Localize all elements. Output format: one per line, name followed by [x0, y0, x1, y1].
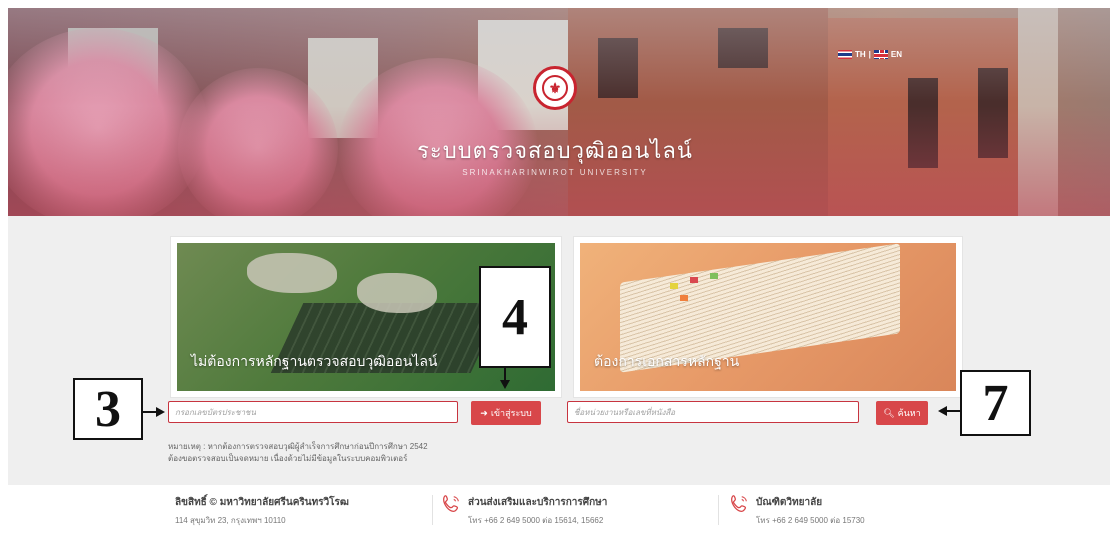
no-evidence-caption: ไม่ต้องการหลักฐานตรวจสอบวุฒิออนไลน์: [191, 353, 438, 369]
lang-en-link[interactable]: EN: [891, 50, 902, 59]
search-icon: 🔍︎: [883, 407, 895, 418]
arrow-right-icon: [156, 407, 165, 417]
lang-separator: |: [868, 50, 871, 59]
university-name: SRINAKHARINWIROT UNIVERSITY: [462, 168, 648, 177]
footer-divider: [718, 495, 719, 525]
evidence-card: ต้องการเอกสารหลักฐาน: [574, 237, 962, 397]
login-icon: ➜: [480, 407, 488, 418]
education-services-title: ส่วนส่งเสริมและบริการการศึกษา: [468, 497, 608, 508]
lang-th-link[interactable]: TH: [855, 50, 866, 59]
callout-3: 3: [73, 378, 143, 440]
graduate-school-title: บัณฑิตวิทยาลัย: [756, 497, 823, 508]
language-switcher: TH | EN: [838, 50, 902, 59]
footer-divider: [432, 495, 433, 525]
documents-photo: ต้องการเอกสารหลักฐาน: [580, 243, 956, 391]
copyright-title: ลิขสิทธิ์ © มหาวิทยาลัยศรีนครินทรวิโรฒ: [175, 497, 349, 508]
evidence-caption: ต้องการเอกสารหลักฐาน: [594, 353, 740, 369]
reference-search-input[interactable]: [567, 401, 859, 423]
phone-icon: [443, 495, 459, 512]
login-button[interactable]: ➜ เข้าสู่ระบบ: [471, 401, 541, 425]
note-line-2: ต้องขอตรวจสอบเป็นจดหมาย เนื่องด้วยไม่มีข…: [168, 454, 408, 463]
note-line-1: หมายเหตุ : หากต้องการตรวจสอบวุฒิผู้สำเร็…: [168, 442, 428, 451]
phone-icon: [731, 495, 747, 512]
citizen-id-input[interactable]: [168, 401, 458, 423]
arrow-down-icon: [500, 380, 510, 389]
callout-7: 7: [960, 370, 1031, 436]
arrow-left-icon: [938, 406, 947, 416]
graduate-school-phone: โทร +66 2 649 5000 ต่อ 15730: [756, 516, 865, 525]
logo-emblem-icon: ⚜: [542, 75, 568, 101]
footer-education-services: ส่วนส่งเสริมและบริการการศึกษา โทร +66 2 …: [468, 495, 607, 527]
page-title: ระบบตรวจสอบวุฒิออนไลน์: [417, 138, 693, 163]
footer: ลิขสิทธิ์ © มหาวิทยาลัยศรีนครินทรวิโรฒ 1…: [0, 485, 1110, 533]
search-button-label: ค้นหา: [897, 408, 921, 418]
callout-4: 4: [479, 266, 551, 368]
thai-flag-icon[interactable]: [838, 50, 852, 59]
university-logo: ⚜: [533, 66, 577, 110]
address-text: 114 สุขุมวิท 23, กรุงเทพฯ 10110: [175, 516, 286, 525]
note-text: หมายเหตุ : หากต้องการตรวจสอบวุฒิผู้สำเร็…: [168, 441, 428, 465]
uk-flag-icon[interactable]: [873, 50, 888, 59]
footer-copyright: ลิขสิทธิ์ © มหาวิทยาลัยศรีนครินทรวิโรฒ 1…: [175, 495, 349, 527]
hero-banner: [8, 8, 1110, 216]
login-button-label: เข้าสู่ระบบ: [490, 408, 532, 418]
footer-graduate-school: บัณฑิตวิทยาลัย โทร +66 2 649 5000 ต่อ 15…: [756, 495, 865, 527]
education-services-phone: โทร +66 2 649 5000 ต่อ 15614, 15662: [468, 516, 604, 525]
callout-7-arrow: [945, 410, 960, 412]
search-button[interactable]: 🔍︎ ค้นหา: [876, 401, 928, 425]
